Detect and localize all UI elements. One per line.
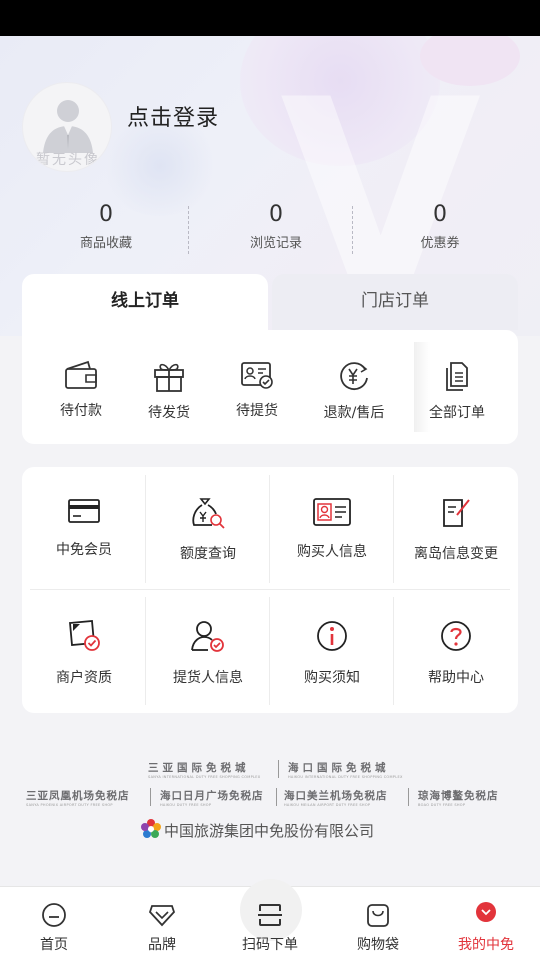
stat-value: 0 [269, 202, 283, 227]
profile-icon [476, 902, 496, 922]
person-check-icon [191, 621, 224, 652]
partner-name: 三亚凤凰机场免税店 [26, 790, 130, 802]
id-card-icon [313, 498, 351, 526]
service-buyer-info[interactable]: 购买人信息 [270, 467, 394, 585]
company-name: 中国旅游集团中免股份有限公司 [164, 822, 375, 840]
service-quota-query[interactable]: 额度查询 [146, 467, 270, 585]
stat-value: 0 [433, 202, 447, 227]
service-label: 离岛信息变更 [414, 546, 498, 562]
member-card-icon [68, 499, 100, 523]
partner-store: 琼海博鳌免税店 BOAO DUTY FREE SHOP [418, 788, 499, 807]
scan-icon [258, 904, 282, 926]
partner-subtitle: HAIKOU INTERNATIONAL DUTY FREE SHOPPING … [288, 775, 403, 779]
stats-row: 0 商品收藏 0 浏览记录 0 优惠券 [0, 200, 540, 260]
brand-icon [148, 905, 176, 927]
nav-brand[interactable]: 品牌 [108, 887, 216, 960]
nav-my-profile[interactable]: 我的中免 [432, 887, 540, 960]
services-grid: 中免会员 额度查询 购买人信息 离岛信息变更 商户资质 提货人信息 购买须知 帮… [22, 467, 518, 713]
money-bag-search-icon [192, 498, 225, 529]
nav-label: 扫码下单 [242, 937, 298, 953]
order-pending-payment[interactable]: 待付款 [36, 360, 126, 420]
login-link[interactable]: 点击登录 [127, 100, 219, 132]
edit-doc-icon [443, 499, 470, 527]
refund-icon [340, 362, 368, 390]
order-all[interactable]: 全部订单 [412, 360, 502, 422]
service-label: 额度查询 [180, 546, 236, 562]
partner-store: 海口美兰机场免税店 HAIKOU MEILAN AIRPORT DUTY FRE… [284, 788, 388, 807]
certificate-icon [69, 620, 100, 651]
stat-label: 商品收藏 [79, 236, 132, 251]
service-label: 帮助中心 [428, 670, 484, 686]
home-icon [42, 903, 66, 927]
order-status-panel: 待付款 待发货 待提货 退款/售后 全部订单 [22, 330, 518, 444]
partner-name: 三亚国际免税城 [148, 762, 250, 774]
partner-name: 海口国际免税城 [288, 762, 390, 774]
service-purchase-notice[interactable]: 购买须知 [270, 589, 394, 707]
order-tabs: 线上订单 门店订单 [22, 274, 518, 334]
status-bar [0, 0, 540, 36]
service-label: 购买须知 [304, 670, 360, 686]
tab-store-orders[interactable]: 门店订单 [272, 274, 518, 330]
stat-divider [352, 206, 353, 254]
partner-store: 三亚国际免税城 SANYA INTERNATIONAL DUTY FREE SH… [148, 760, 260, 779]
stat-coupons[interactable]: 0 优惠券 [350, 200, 530, 251]
question-icon [441, 621, 471, 651]
wallet-icon [65, 360, 97, 389]
bag-icon [367, 904, 389, 927]
nav-label: 我的中免 [458, 937, 514, 953]
tab-online-orders[interactable]: 线上订单 [22, 274, 268, 334]
service-island-info-change[interactable]: 离岛信息变更 [394, 467, 518, 585]
documents-icon [446, 362, 468, 391]
partner-name: 琼海博鳌免税店 [418, 790, 499, 802]
partner-store: 海口日月广场免税店 HAIKOU DUTY FREE SHOP [160, 788, 264, 807]
nav-home[interactable]: 首页 [0, 887, 108, 960]
stat-value: 0 [99, 202, 113, 227]
stat-favorites[interactable]: 0 商品收藏 [16, 200, 196, 251]
partner-subtitle: SANYA INTERNATIONAL DUTY FREE SHOPPING C… [148, 775, 261, 779]
stat-label: 浏览记录 [249, 236, 302, 251]
company-logo-icon [141, 819, 161, 838]
service-label: 中免会员 [56, 542, 112, 558]
partner-store: 三亚凤凰机场免税店 SANYA PHOENIX AIRPORT DUTY FRE… [26, 788, 130, 807]
order-pending-shipment[interactable]: 待发货 [124, 360, 214, 422]
order-refund-aftersales[interactable]: 退款/售后 [309, 360, 399, 422]
stat-label: 优惠券 [420, 236, 460, 251]
service-label: 购买人信息 [297, 544, 367, 560]
stat-history[interactable]: 0 浏览记录 [186, 200, 366, 251]
pickup-card-icon [241, 362, 273, 389]
nav-label: 购物袋 [357, 937, 399, 953]
order-label: 待提货 [236, 403, 278, 419]
gift-icon [154, 363, 184, 392]
order-label: 待付款 [60, 403, 102, 419]
partner-subtitle: BOAO DUTY FREE SHOP [418, 803, 466, 807]
avatar-placeholder-text: 暂无头像 [36, 152, 100, 168]
order-label: 全部订单 [429, 405, 485, 421]
service-help-center[interactable]: 帮助中心 [394, 589, 518, 707]
order-pending-pickup[interactable]: 待提货 [212, 360, 302, 420]
default-avatar-icon [43, 100, 93, 153]
service-merchant-qualification[interactable]: 商户资质 [22, 589, 146, 707]
partner-subtitle: HAIKOU DUTY FREE SHOP [160, 803, 212, 807]
partner-subtitle: HAIKOU MEILAN AIRPORT DUTY FREE SHOP [284, 803, 371, 807]
nav-label: 品牌 [148, 937, 176, 953]
nav-shopping-bag[interactable]: 购物袋 [324, 887, 432, 960]
order-label: 退款/售后 [323, 405, 385, 421]
service-label: 提货人信息 [173, 670, 243, 686]
nav-label: 首页 [40, 937, 68, 953]
service-picker-info[interactable]: 提货人信息 [146, 589, 270, 707]
service-member[interactable]: 中免会员 [22, 467, 146, 585]
order-label: 待发货 [148, 405, 190, 421]
nav-scan-order[interactable]: 扫码下单 [216, 887, 324, 960]
partner-subtitle: SANYA PHOENIX AIRPORT DUTY FREE SHOP [26, 803, 113, 807]
partner-name: 海口日月广场免税店 [160, 790, 264, 802]
stat-divider [188, 206, 189, 254]
avatar[interactable]: 暂无头像 [22, 82, 112, 172]
partner-name: 海口美兰机场免税店 [284, 790, 388, 802]
service-label: 商户资质 [56, 670, 112, 686]
bottom-navigation: 首页 品牌 扫码下单 购物袋 我的中免 [0, 879, 540, 960]
info-icon [317, 621, 347, 651]
partner-store: 海口国际免税城 HAIKOU INTERNATIONAL DUTY FREE S… [288, 760, 403, 779]
